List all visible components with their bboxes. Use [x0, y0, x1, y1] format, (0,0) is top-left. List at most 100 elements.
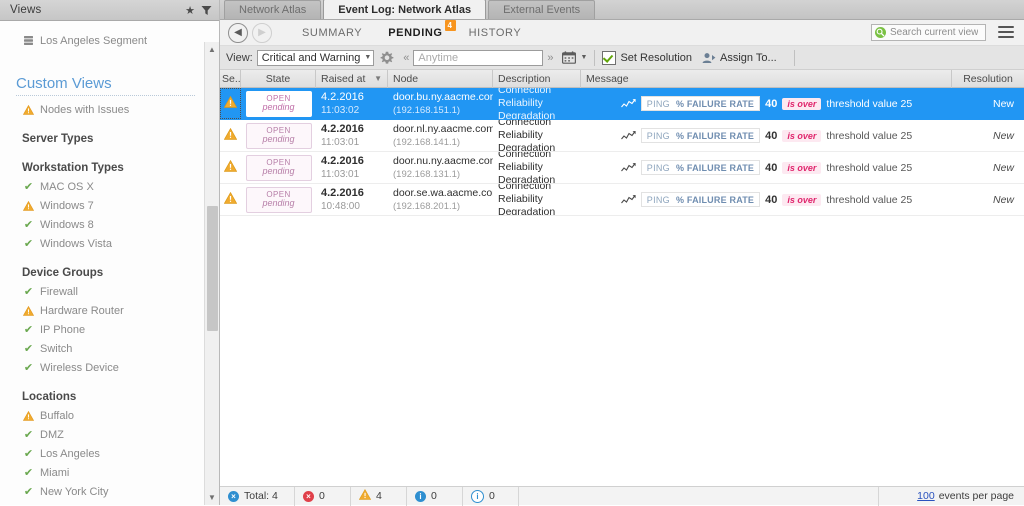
trend-chart-icon[interactable]: [621, 98, 636, 109]
trend-chart-icon[interactable]: [621, 194, 636, 205]
threshold-text: threshold value 25: [826, 194, 912, 206]
trend-chart-icon[interactable]: [621, 130, 636, 141]
calendar-icon[interactable]: [562, 51, 576, 64]
column-header-severity[interactable]: Se...: [220, 70, 241, 88]
sidebar-item-miami[interactable]: ✔ Miami: [0, 463, 205, 482]
tab-external-events[interactable]: External Events: [488, 0, 595, 19]
sidebar-item-firewall[interactable]: ✔ Firewall: [0, 282, 205, 301]
description-text: Connection Reliability Degradation: [498, 184, 576, 215]
resolution-cell: New: [952, 88, 1024, 119]
page-size-control[interactable]: 100 events per page: [879, 487, 1024, 506]
sidebar-item-buffalo[interactable]: Buffalo: [0, 406, 205, 425]
view-filter-select[interactable]: Critical and Warning ▼: [257, 50, 375, 66]
hamburger-menu-icon[interactable]: [998, 25, 1014, 39]
status-notice-count: 0: [489, 490, 495, 502]
scroll-up-icon[interactable]: ▲: [205, 42, 219, 57]
subtab-history[interactable]: HISTORY: [469, 27, 522, 39]
sidebar-item-hardware-router[interactable]: Hardware Router: [0, 301, 205, 320]
sidebar-item-switch[interactable]: ✔ Switch: [0, 339, 205, 358]
information-icon: i: [415, 491, 426, 502]
sidebar-item-label: New York City: [40, 486, 108, 498]
time-filter-input[interactable]: Anytime: [413, 50, 543, 66]
column-header-resolution[interactable]: Resolution: [952, 70, 1024, 88]
scroll-down-icon[interactable]: ▼: [205, 490, 219, 505]
gear-icon[interactable]: [379, 50, 394, 65]
resolution-cell: New: [952, 120, 1024, 151]
subtab-pending[interactable]: PENDING 4: [388, 27, 442, 39]
double-chevron-right-icon[interactable]: »: [543, 52, 557, 64]
sidebar-item-ip-phone[interactable]: ✔ IP Phone: [0, 320, 205, 339]
warning-icon: [22, 201, 35, 211]
column-header-raised-at[interactable]: Raised at ▼: [316, 70, 388, 88]
calendar-dropdown-icon[interactable]: ▼: [576, 54, 588, 61]
star-icon[interactable]: ★: [183, 3, 197, 17]
node-ip: (192.168.201.1): [393, 200, 488, 213]
tab-event-log-network-atlas[interactable]: Event Log: Network Atlas: [323, 0, 486, 19]
sidebar-scrollbar[interactable]: ▲ ▼: [204, 42, 219, 505]
threshold-text: threshold value 25: [826, 162, 912, 174]
message-cell: PING % FAILURE RATE 40 is over threshold…: [581, 88, 952, 119]
sidebar-item-new-york-city[interactable]: ✔ New York City: [0, 482, 205, 501]
page-size-value[interactable]: 100: [917, 490, 935, 502]
metric-value: 40: [765, 130, 777, 142]
set-resolution-button[interactable]: Set Resolution: [602, 51, 692, 65]
column-header-state[interactable]: State: [241, 70, 316, 88]
resolution-cell: New: [952, 184, 1024, 215]
node-name: door.nl.ny.aacme.com: [393, 122, 488, 136]
metric-source: PING: [647, 195, 670, 205]
sidebar-item-ny-city[interactable]: NY City: [0, 501, 205, 505]
description-text: Connection Reliability Degradation: [498, 88, 576, 119]
scrollbar-thumb[interactable]: [207, 206, 218, 331]
raised-date: 4.2.2016: [321, 122, 383, 136]
custom-views-title: Custom Views: [0, 68, 205, 92]
table-row[interactable]: OPEN pending 4.2.2016 11:03:01 door.nu.n…: [220, 152, 1024, 184]
sidebar-item-windows-8[interactable]: ✔ Windows 8: [0, 215, 205, 234]
description-cell: Connection Reliability Degradation: [493, 120, 581, 151]
threshold-text: threshold value 25: [826, 98, 912, 110]
raised-at-cell: 4.2.2016 10:48:00: [316, 184, 388, 215]
sidebar-item-wireless-device[interactable]: ✔ Wireless Device: [0, 358, 205, 377]
table-row[interactable]: OPEN pending 4.2.2016 11:03:02 door.bu.n…: [220, 88, 1024, 120]
description-cell: Connection Reliability Degradation: [493, 184, 581, 215]
assign-to-label: Assign To...: [720, 52, 777, 64]
check-icon: ✔: [22, 342, 35, 355]
arrow-left-icon[interactable]: ◀: [228, 23, 248, 43]
sidebar-item-dmz[interactable]: ✔ DMZ: [0, 425, 205, 444]
sidebar-item-label: MAC OS X: [40, 181, 94, 193]
trend-chart-icon[interactable]: [621, 162, 636, 173]
raised-time: 11:03:02: [321, 104, 383, 117]
double-chevron-left-icon[interactable]: «: [399, 52, 413, 64]
table-row[interactable]: OPEN pending 4.2.2016 11:03:01 door.nl.n…: [220, 120, 1024, 152]
node-name: door.bu.ny.aacme.com: [393, 90, 488, 104]
sidebar-item-windows-vista[interactable]: ✔ Windows Vista: [0, 234, 205, 253]
sidebar-item-nodes-with-issues[interactable]: Nodes with Issues: [0, 100, 205, 119]
column-header-node[interactable]: Node: [388, 70, 493, 88]
sidebar-item-windows-7[interactable]: Windows 7: [0, 196, 205, 215]
sort-descending-icon: ▼: [374, 70, 382, 88]
column-header-message[interactable]: Message: [581, 70, 952, 88]
sidebar-group-workstation-types: Workstation Types: [0, 158, 205, 177]
sidebar-item-label: Windows 7: [40, 200, 94, 212]
sidebar-item-label: Los Angeles Segment: [40, 35, 147, 47]
chevron-down-icon: ▼: [360, 54, 371, 61]
filter-icon[interactable]: [199, 3, 213, 17]
resolution-text: New: [993, 98, 1014, 110]
metric-value: 40: [765, 194, 777, 206]
node-cell: door.nl.ny.aacme.com (192.168.141.1): [388, 120, 493, 151]
sidebar-item-los-angeles[interactable]: ✔ Los Angeles: [0, 444, 205, 463]
assign-to-button[interactable]: Assign To...: [702, 51, 777, 65]
arrow-right-icon[interactable]: ▶: [252, 23, 272, 43]
status-notice: i 0: [463, 487, 519, 506]
table-row[interactable]: OPEN pending 4.2.2016 10:48:00 door.se.w…: [220, 184, 1024, 216]
column-header-description[interactable]: Description: [493, 70, 581, 88]
condition-badge: is over: [782, 162, 821, 174]
sidebar-item-los-angeles-segment[interactable]: Los Angeles Segment: [0, 31, 205, 50]
sidebar-item-mac-os-x[interactable]: ✔ MAC OS X: [0, 177, 205, 196]
message-cell: PING % FAILURE RATE 40 is over threshold…: [581, 120, 952, 151]
subtab-summary[interactable]: SUMMARY: [302, 27, 362, 39]
sidebar-group-device-groups: Device Groups: [0, 263, 205, 282]
views-sidebar: Views ★ Los Angeles Segment: [0, 0, 220, 505]
search-input[interactable]: Search current view: [871, 24, 986, 41]
sidebar-item-label: Hardware Router: [40, 305, 124, 317]
tab-network-atlas[interactable]: Network Atlas: [224, 0, 321, 19]
